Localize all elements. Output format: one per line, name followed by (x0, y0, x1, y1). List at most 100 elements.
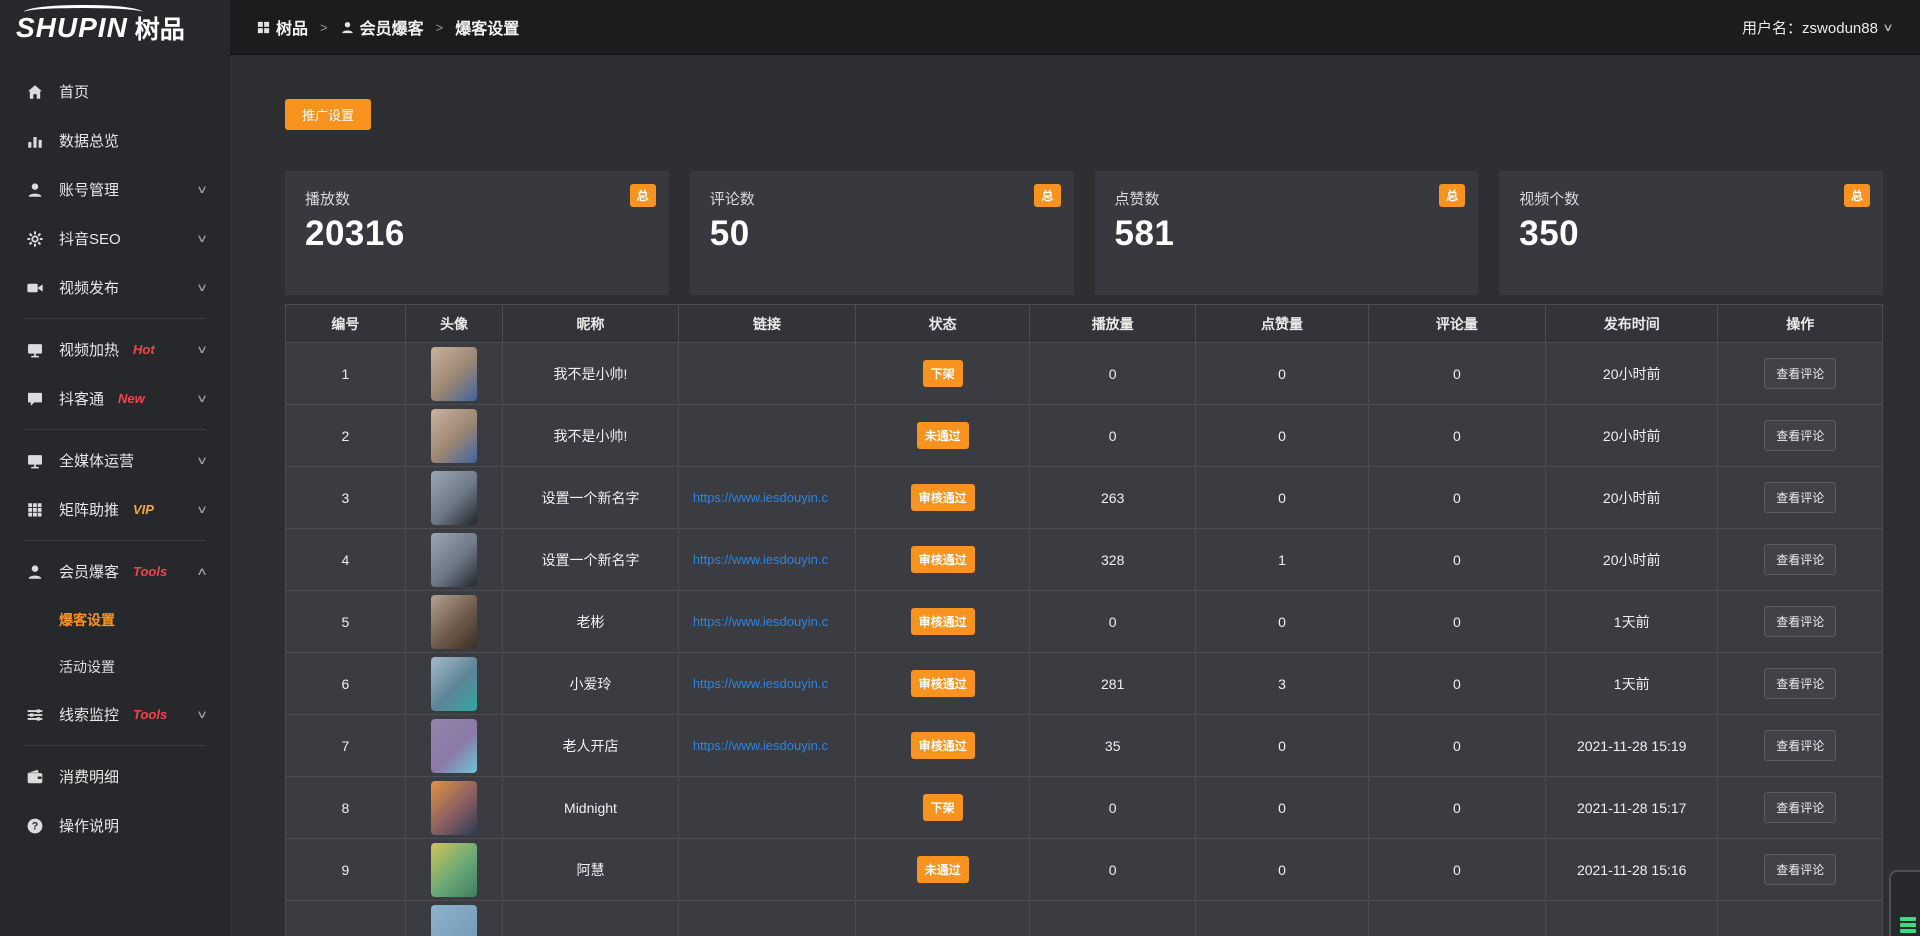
view-comments-button[interactable]: 查看评论 (1764, 606, 1836, 637)
cell-likes: 0 (1196, 591, 1368, 653)
cell-id: 5 (286, 591, 406, 653)
breadcrumb-separator: > (318, 20, 330, 35)
view-comments-button[interactable]: 查看评论 (1764, 730, 1836, 761)
cell-nickname: 老彬 (503, 591, 679, 653)
sidebar-item-label: 矩阵助推 (59, 499, 119, 520)
cell-id: 9 (286, 839, 406, 901)
chevron-down-icon: ∨ (196, 392, 208, 405)
video-link[interactable]: https://www.iesdouyin.c (679, 676, 855, 691)
video-icon (26, 279, 44, 297)
cell-link (678, 777, 855, 839)
stat-total-badge: 总 (1034, 184, 1060, 207)
sidebar-item-home[interactable]: 首页 (0, 67, 230, 116)
cell-plays: 0 (1030, 777, 1196, 839)
cell-action: 查看评论 (1718, 529, 1883, 591)
sidebar-item-douyin-seo[interactable]: 抖音SEO ∨ (0, 214, 230, 263)
status-badge: 未通过 (917, 422, 969, 449)
cell-nickname (503, 901, 679, 936)
column-header: 昵称 (503, 305, 679, 343)
cell-plays: 328 (1030, 529, 1196, 591)
cell-nickname: 我不是小帅! (503, 343, 679, 405)
cell-status: 下架 (856, 777, 1030, 839)
view-comments-button[interactable]: 查看评论 (1764, 544, 1836, 575)
sidebar-item-video-publish[interactable]: 视频发布 ∨ (0, 263, 230, 312)
cell-nickname: 我不是小帅! (503, 405, 679, 467)
sidebar-divider (24, 745, 206, 746)
cell-avatar (405, 467, 502, 529)
floating-widget[interactable] (1889, 870, 1920, 936)
video-link[interactable]: https://www.iesdouyin.c (679, 552, 855, 567)
view-comments-button[interactable]: 查看评论 (1764, 668, 1836, 699)
username-label: 用户名：zswodun88 (1742, 17, 1878, 38)
home-icon (26, 83, 44, 101)
cell-likes: 1 (1196, 529, 1368, 591)
column-header: 链接 (678, 305, 855, 343)
cell-comments: 0 (1368, 777, 1545, 839)
chevron-up-icon: ∧ (196, 565, 208, 578)
cell-action: 查看评论 (1718, 467, 1883, 529)
sidebar-item-label: 操作说明 (59, 815, 119, 836)
chevron-down-icon: ∨ (196, 183, 208, 196)
cell-status: 未通过 (856, 839, 1030, 901)
breadcrumb-label: 会员爆客 (360, 15, 424, 39)
cell-action: 查看评论 (1718, 591, 1883, 653)
user-menu[interactable]: 用户名：zswodun88 ∨ (1742, 17, 1892, 38)
sidebar-item-douketong[interactable]: 抖客通 New ∨ (0, 374, 230, 423)
sidebar-subitem-activity-settings[interactable]: 活动设置 (0, 643, 230, 690)
cell-nickname: 小爱玲 (503, 653, 679, 715)
breadcrumb-item[interactable]: 爆客设置 (455, 15, 519, 39)
cell-avatar (405, 529, 502, 591)
stat-label: 点赞数 (1115, 188, 1459, 209)
cell-link (678, 901, 855, 936)
sidebar-item-account-management[interactable]: 账号管理 ∨ (0, 165, 230, 214)
cell-likes: 0 (1196, 343, 1368, 405)
sidebar-item-label: 线索监控 (59, 704, 119, 725)
view-comments-button[interactable]: 查看评论 (1764, 792, 1836, 823)
column-header: 头像 (405, 305, 502, 343)
status-badge: 审核通过 (911, 484, 975, 511)
table-row: 9 阿慧 未通过 0 0 0 2021-11-28 15:16 查看评论 (286, 839, 1883, 901)
stat-label: 视频个数 (1519, 188, 1863, 209)
sidebar-item-consumption-details[interactable]: 消费明细 (0, 752, 230, 801)
video-link[interactable]: https://www.iesdouyin.c (679, 490, 855, 505)
view-comments-button[interactable]: 查看评论 (1764, 482, 1836, 513)
cell-likes: 0 (1196, 839, 1368, 901)
sidebar-item-all-media-operation[interactable]: 全媒体运营 ∨ (0, 436, 230, 485)
sidebar-subitem-baoke-settings[interactable]: 爆客设置 (0, 596, 230, 643)
breadcrumb-item[interactable]: 会员爆客 (340, 15, 424, 39)
sidebar-item-tag: VIP (133, 502, 154, 517)
cell-id: 6 (286, 653, 406, 715)
view-comments-button[interactable]: 查看评论 (1764, 854, 1836, 885)
sidebar-item-member-baoke[interactable]: 会员爆客 Tools ∧ (0, 547, 230, 596)
cell-nickname: 设置一个新名字 (503, 467, 679, 529)
sidebar-item-operation-guide[interactable]: ? 操作说明 (0, 801, 230, 850)
fullscreen-icon[interactable] (1699, 19, 1716, 36)
column-header: 评论量 (1368, 305, 1545, 343)
breadcrumb-item[interactable]: 树品 (256, 15, 308, 39)
promo-settings-button[interactable]: 推广设置 (285, 99, 371, 130)
sidebar-item-data-overview[interactable]: 数据总览 (0, 116, 230, 165)
cell-time: 1天前 (1545, 653, 1717, 715)
view-comments-button[interactable]: 查看评论 (1764, 420, 1836, 451)
sidebar-item-tag: Tools (133, 564, 167, 579)
video-link[interactable]: https://www.iesdouyin.c (679, 614, 855, 629)
sidebar-item-clue-monitor[interactable]: 线索监控 Tools ∨ (0, 690, 230, 739)
cell-plays: 0 (1030, 591, 1196, 653)
wallet-icon (26, 768, 44, 786)
cell-time: 2021-11-28 15:19 (1545, 715, 1717, 777)
breadcrumb-label: 爆客设置 (455, 15, 519, 39)
cell-avatar (405, 591, 502, 653)
sidebar-item-matrix-boost[interactable]: 矩阵助推 VIP ∨ (0, 485, 230, 534)
view-comments-button[interactable]: 查看评论 (1764, 358, 1836, 389)
cell-link: https://www.iesdouyin.c (678, 715, 855, 777)
stat-total-badge: 总 (630, 184, 656, 207)
column-header: 点赞量 (1196, 305, 1368, 343)
sidebar-item-video-heat[interactable]: 视频加热 Hot ∨ (0, 325, 230, 374)
cell-comments: 0 (1368, 405, 1545, 467)
gear-icon (26, 230, 44, 248)
cell-id: 7 (286, 715, 406, 777)
cell-likes (1196, 901, 1368, 936)
cell-likes: 3 (1196, 653, 1368, 715)
cell-comments: 0 (1368, 467, 1545, 529)
video-link[interactable]: https://www.iesdouyin.c (679, 738, 855, 753)
